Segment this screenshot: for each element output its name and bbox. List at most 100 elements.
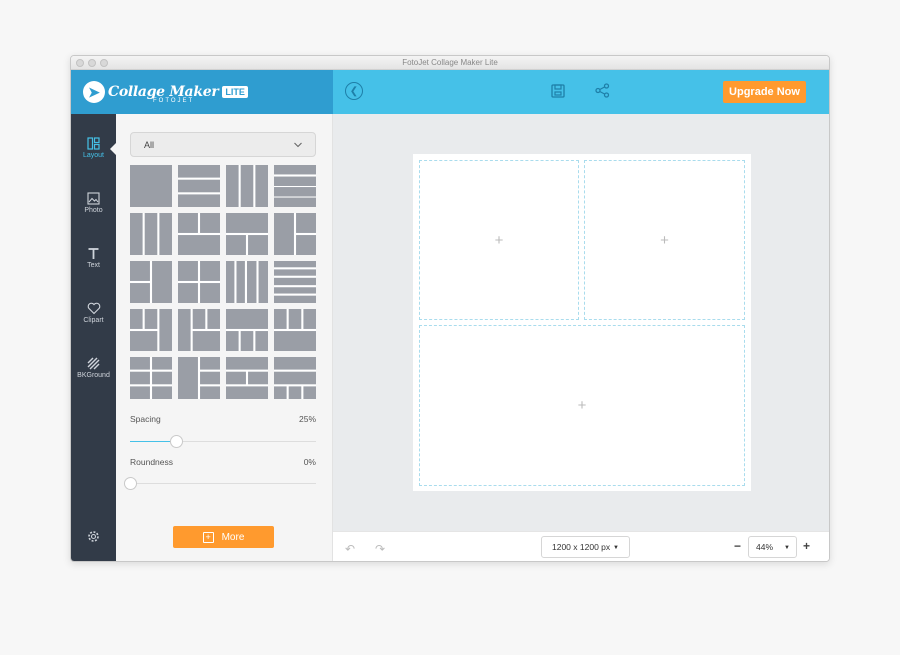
title-bar: FotoJet Collage Maker Lite <box>71 56 829 70</box>
save-icon[interactable] <box>551 84 565 98</box>
layout-option[interactable] <box>226 261 268 303</box>
canvas-size-value: 1200 x 1200 px <box>552 542 611 552</box>
rail-item-photo[interactable]: Photo <box>71 181 116 225</box>
rail-item-bkground[interactable]: BKGround <box>71 346 116 390</box>
layout-thumbnail <box>178 165 220 207</box>
roundness-label: Roundness <box>130 457 174 467</box>
layout-option[interactable] <box>178 165 220 207</box>
collage-canvas: + + + <box>413 154 751 491</box>
spacing-label: Spacing <box>130 414 161 424</box>
zoom-in-button[interactable]: + <box>803 539 810 553</box>
layout-filter-select[interactable]: All <box>130 132 316 157</box>
layout-option[interactable] <box>130 165 172 207</box>
layout-thumbnail <box>178 261 220 303</box>
layout-thumbnail <box>274 165 316 207</box>
text-icon <box>88 248 99 259</box>
layout-thumbnail <box>226 261 268 303</box>
window-title: FotoJet Collage Maker Lite <box>402 58 498 67</box>
back-button[interactable]: ❮ <box>345 82 363 100</box>
layout-option[interactable] <box>274 357 316 399</box>
layout-panel: All Spacing 25% Roundness 0% + More <box>116 114 333 561</box>
spacing-slider-handle[interactable] <box>170 435 183 448</box>
layout-thumbnail <box>130 213 172 255</box>
zoom-out-button[interactable]: − <box>734 539 741 553</box>
add-photo-icon: + <box>494 231 504 249</box>
canvas-size-select[interactable]: 1200 x 1200 px ▼ <box>541 536 630 558</box>
layout-option[interactable] <box>274 165 316 207</box>
rail-label: Clipart <box>83 317 104 324</box>
layout-option[interactable] <box>130 261 172 303</box>
layout-option[interactable] <box>274 213 316 255</box>
layout-option[interactable] <box>178 261 220 303</box>
layout-thumbnail <box>226 213 268 255</box>
layout-thumbnail <box>178 357 220 399</box>
spacing-slider[interactable] <box>130 435 316 448</box>
layout-thumbnail <box>274 213 316 255</box>
rail-label: BKGround <box>77 372 110 379</box>
redo-icon[interactable]: ↷ <box>375 542 385 556</box>
layout-option[interactable] <box>226 165 268 207</box>
add-photo-icon: + <box>660 231 669 249</box>
plus-square-icon: + <box>202 531 214 543</box>
more-label: More <box>221 531 245 543</box>
chevron-left-icon: ❮ <box>349 85 359 97</box>
heart-icon <box>87 302 100 315</box>
layout-filter-value: All <box>144 139 155 150</box>
more-layouts-button[interactable]: + More <box>173 526 274 548</box>
layout-icon <box>87 137 100 150</box>
layout-option[interactable] <box>226 213 268 255</box>
layout-thumbnail <box>274 309 316 351</box>
app-window: FotoJet Collage Maker Lite ➤ Collage Mak… <box>70 55 830 562</box>
roundness-slider[interactable] <box>124 477 316 490</box>
layout-thumbnail <box>130 357 172 399</box>
caret-down-icon: ▼ <box>784 545 790 551</box>
workspace: + + + <box>333 114 829 531</box>
layout-option[interactable] <box>226 309 268 351</box>
spacing-value: 25% <box>298 414 316 424</box>
layout-thumbnail <box>178 309 220 351</box>
layout-option[interactable] <box>178 357 220 399</box>
layout-thumbnail <box>226 309 268 351</box>
lite-badge: LITE <box>222 86 248 98</box>
rail-item-layout[interactable]: Layout <box>71 126 116 170</box>
layout-thumbnail <box>226 165 268 207</box>
layout-thumbnail <box>130 261 172 303</box>
gear-icon[interactable] <box>87 530 100 543</box>
layout-thumbnail <box>178 213 220 255</box>
layout-option[interactable] <box>274 261 316 303</box>
layout-option[interactable] <box>226 357 268 399</box>
zoom-select[interactable]: 44% ▼ <box>748 536 797 558</box>
share-icon[interactable] <box>595 83 610 98</box>
upgrade-now-button[interactable]: Upgrade Now <box>723 81 806 103</box>
left-rail: Layout Photo Text Clipart BKGround <box>71 114 116 561</box>
undo-icon[interactable]: ↶ <box>345 542 355 556</box>
layout-option[interactable] <box>130 309 172 351</box>
rail-item-clipart[interactable]: Clipart <box>71 291 116 335</box>
layout-option[interactable] <box>130 357 172 399</box>
layout-option[interactable] <box>274 309 316 351</box>
roundness-value: 0% <box>303 457 316 467</box>
layout-option[interactable] <box>178 309 220 351</box>
logo: ➤ Collage Maker LITE FOTOJET <box>71 70 333 114</box>
roundness-slider-handle[interactable] <box>124 477 137 490</box>
layout-thumbnail <box>226 357 268 399</box>
layout-option[interactable] <box>178 213 220 255</box>
rail-item-text[interactable]: Text <box>71 236 116 280</box>
photo-slot[interactable]: + <box>419 160 579 320</box>
zoom-value: 44% <box>756 542 774 552</box>
caret-down-icon: ▼ <box>613 545 619 551</box>
layout-thumbnail <box>130 165 172 207</box>
photo-slot[interactable]: + <box>584 160 745 320</box>
layout-thumbnail <box>130 309 172 351</box>
background-icon <box>87 357 100 370</box>
logo-icon: ➤ <box>83 81 105 103</box>
logo-subtitle: FOTOJET <box>153 98 195 104</box>
layout-thumbnail <box>274 261 316 303</box>
rail-label: Layout <box>82 152 105 159</box>
photo-slot[interactable]: + <box>419 325 745 486</box>
app-header: ➤ Collage Maker LITE FOTOJET ❮ Upgrade N… <box>71 70 829 114</box>
layout-option[interactable] <box>130 213 172 255</box>
add-photo-icon: + <box>577 397 587 414</box>
photo-icon <box>87 192 100 205</box>
bottom-toolbar: ↶ ↷ 1200 x 1200 px ▼ − 44% ▼ + <box>333 531 829 561</box>
